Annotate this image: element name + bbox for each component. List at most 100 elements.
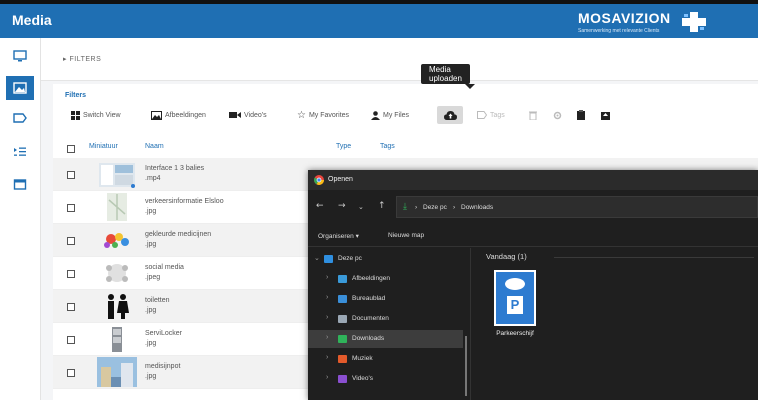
media-name: medisijnpot <box>145 363 181 370</box>
media-extension: .jpg <box>145 340 157 347</box>
media-name-cell[interactable]: gekleurde medicijnen .jpg <box>145 230 211 250</box>
row-checkbox[interactable] <box>67 171 75 179</box>
images-filter-label: Afbeeldingen <box>165 111 206 119</box>
sidebar-item-screens[interactable] <box>6 44 34 68</box>
media-name-cell[interactable]: ServiLocker .jpg <box>145 329 182 349</box>
clipboard-button[interactable] <box>577 106 585 124</box>
media-name: ServiLocker <box>145 330 182 337</box>
row-checkbox[interactable] <box>67 336 75 344</box>
nav-item[interactable]: › Video's <box>308 370 463 388</box>
column-name[interactable]: Naam <box>145 143 164 150</box>
nav-item-label: Bureaublad <box>352 295 386 302</box>
app-header: Media MOSAVIZION Samenwerking met releva… <box>0 0 758 38</box>
row-checkbox[interactable] <box>67 270 75 278</box>
group-header-today[interactable]: Vandaag (1) <box>486 252 527 261</box>
media-thumbnail[interactable] <box>97 225 137 255</box>
media-name: Interface 1 3 balies <box>145 165 205 172</box>
chrome-icon <box>314 175 324 185</box>
box-arrow-icon <box>601 112 610 120</box>
row-checkbox[interactable] <box>67 369 75 377</box>
recent-chevron-icon[interactable]: ⌄ <box>358 203 364 211</box>
sidebar-item-playlists[interactable] <box>6 140 34 164</box>
column-thumbnail[interactable]: Miniatuur <box>89 143 118 150</box>
tag-icon <box>477 111 487 119</box>
delete-button[interactable] <box>529 106 537 124</box>
forward-arrow-icon[interactable]: → <box>338 201 346 211</box>
cloud-upload-icon <box>443 111 457 120</box>
media-name-cell[interactable]: social media .jpeg <box>145 263 184 283</box>
media-thumbnail[interactable] <box>97 258 137 288</box>
tag-icon <box>13 113 27 123</box>
videos-filter-button[interactable]: Video's <box>229 106 267 124</box>
chevron-right-icon[interactable]: › <box>326 314 328 321</box>
address-bar[interactable]: ⤓ › Deze pc › Downloads <box>396 196 758 218</box>
chevron-right-icon[interactable]: › <box>326 374 328 381</box>
media-name-cell[interactable]: toiletten .jpg <box>145 296 170 316</box>
favorites-filter-button[interactable]: ☆ My Favorites <box>297 106 349 124</box>
file-item[interactable]: P Parkeerschijf <box>486 268 544 338</box>
column-tags[interactable]: Tags <box>380 143 395 150</box>
row-checkbox[interactable] <box>67 204 75 212</box>
nav-item[interactable]: › Muziek <box>308 350 463 368</box>
nav-item-label: Muziek <box>352 355 373 362</box>
chevron-right-icon[interactable]: › <box>326 354 328 361</box>
dialog-command-bar: Organiseren ▾ Nieuwe map <box>308 226 758 247</box>
nav-item-label: Documenten <box>352 315 389 322</box>
sidebar-item-media[interactable] <box>6 76 34 100</box>
navigation-pane: ⌄ Deze pc › Afbeeldingen › Bureaublad › Documen… <box>308 248 471 400</box>
select-all-checkbox[interactable] <box>67 145 75 153</box>
address-crumb-pc[interactable]: Deze pc <box>423 204 447 211</box>
switch-view-button[interactable]: Switch View <box>71 106 121 124</box>
tags-button[interactable]: Tags <box>477 106 505 124</box>
media-name-cell[interactable]: verkeersinformatie Elsloo .jpg <box>145 197 224 217</box>
media-name-cell[interactable]: medisijnpot .jpg <box>145 362 180 382</box>
image-icon <box>151 110 162 120</box>
up-arrow-icon[interactable]: ↑ <box>378 201 386 211</box>
dialog-navigation: ← → ⌄ ↑ ⤓ › Deze pc › Downloads <box>308 196 758 218</box>
chevron-down-icon[interactable]: ⌄ <box>314 254 320 262</box>
parking-disc-thumbnail: P <box>494 270 536 326</box>
media-thumbnail[interactable] <box>97 192 137 222</box>
nav-item[interactable]: › Documenten <box>308 310 463 328</box>
nav-item-label: Afbeeldingen <box>352 275 390 282</box>
nav-item[interactable]: ⌄ Deze pc <box>308 250 463 268</box>
upload-tooltip: Media uploaden <box>421 64 475 89</box>
media-extension: .jpg <box>145 241 157 248</box>
column-type[interactable]: Type <box>336 143 351 150</box>
address-crumb-downloads[interactable]: Downloads <box>461 204 493 211</box>
tags-button-label: Tags <box>490 111 505 119</box>
group-divider <box>554 257 754 258</box>
nav-scrollbar[interactable] <box>465 336 467 396</box>
organize-menu[interactable]: Organiseren ▾ <box>318 232 359 240</box>
chevron-right-icon[interactable]: › <box>326 294 328 301</box>
dialog-titlebar: Openen <box>308 170 758 190</box>
row-checkbox[interactable] <box>67 237 75 245</box>
my-files-filter-button[interactable]: My Files <box>371 106 409 124</box>
nav-item[interactable]: › Afbeeldingen <box>308 270 463 288</box>
filters-toggle[interactable]: ▸ FILTERS <box>41 38 758 81</box>
sidebar-item-tags[interactable] <box>6 106 34 130</box>
media-thumbnail[interactable] <box>97 159 137 189</box>
row-checkbox[interactable] <box>67 303 75 311</box>
images-filter-button[interactable]: Afbeeldingen <box>151 106 206 124</box>
settings-button[interactable] <box>553 106 562 124</box>
folder-icon <box>324 255 333 263</box>
nav-item[interactable]: › Bureaublad <box>308 290 463 308</box>
export-button[interactable] <box>601 106 610 124</box>
upload-media-button[interactable] <box>437 106 463 124</box>
chevron-right-icon[interactable]: › <box>326 334 328 341</box>
video-camera-icon <box>229 112 241 118</box>
chevron-right-icon[interactable]: › <box>326 274 328 281</box>
new-folder-button[interactable]: Nieuwe map <box>388 232 424 239</box>
calendar-icon <box>13 179 27 190</box>
back-arrow-icon[interactable]: ← <box>316 201 324 211</box>
media-name-cell[interactable]: Interface 1 3 balies .mp4 <box>145 164 204 184</box>
media-thumbnail[interactable] <box>97 357 137 387</box>
user-icon <box>371 110 380 120</box>
sidebar-item-schedule[interactable] <box>6 172 34 196</box>
address-sep-2: › <box>453 204 456 211</box>
nav-item-label: Downloads <box>352 335 385 342</box>
media-thumbnail[interactable] <box>97 324 137 354</box>
media-thumbnail[interactable] <box>97 291 137 321</box>
nav-item[interactable]: › Downloads <box>308 330 463 348</box>
